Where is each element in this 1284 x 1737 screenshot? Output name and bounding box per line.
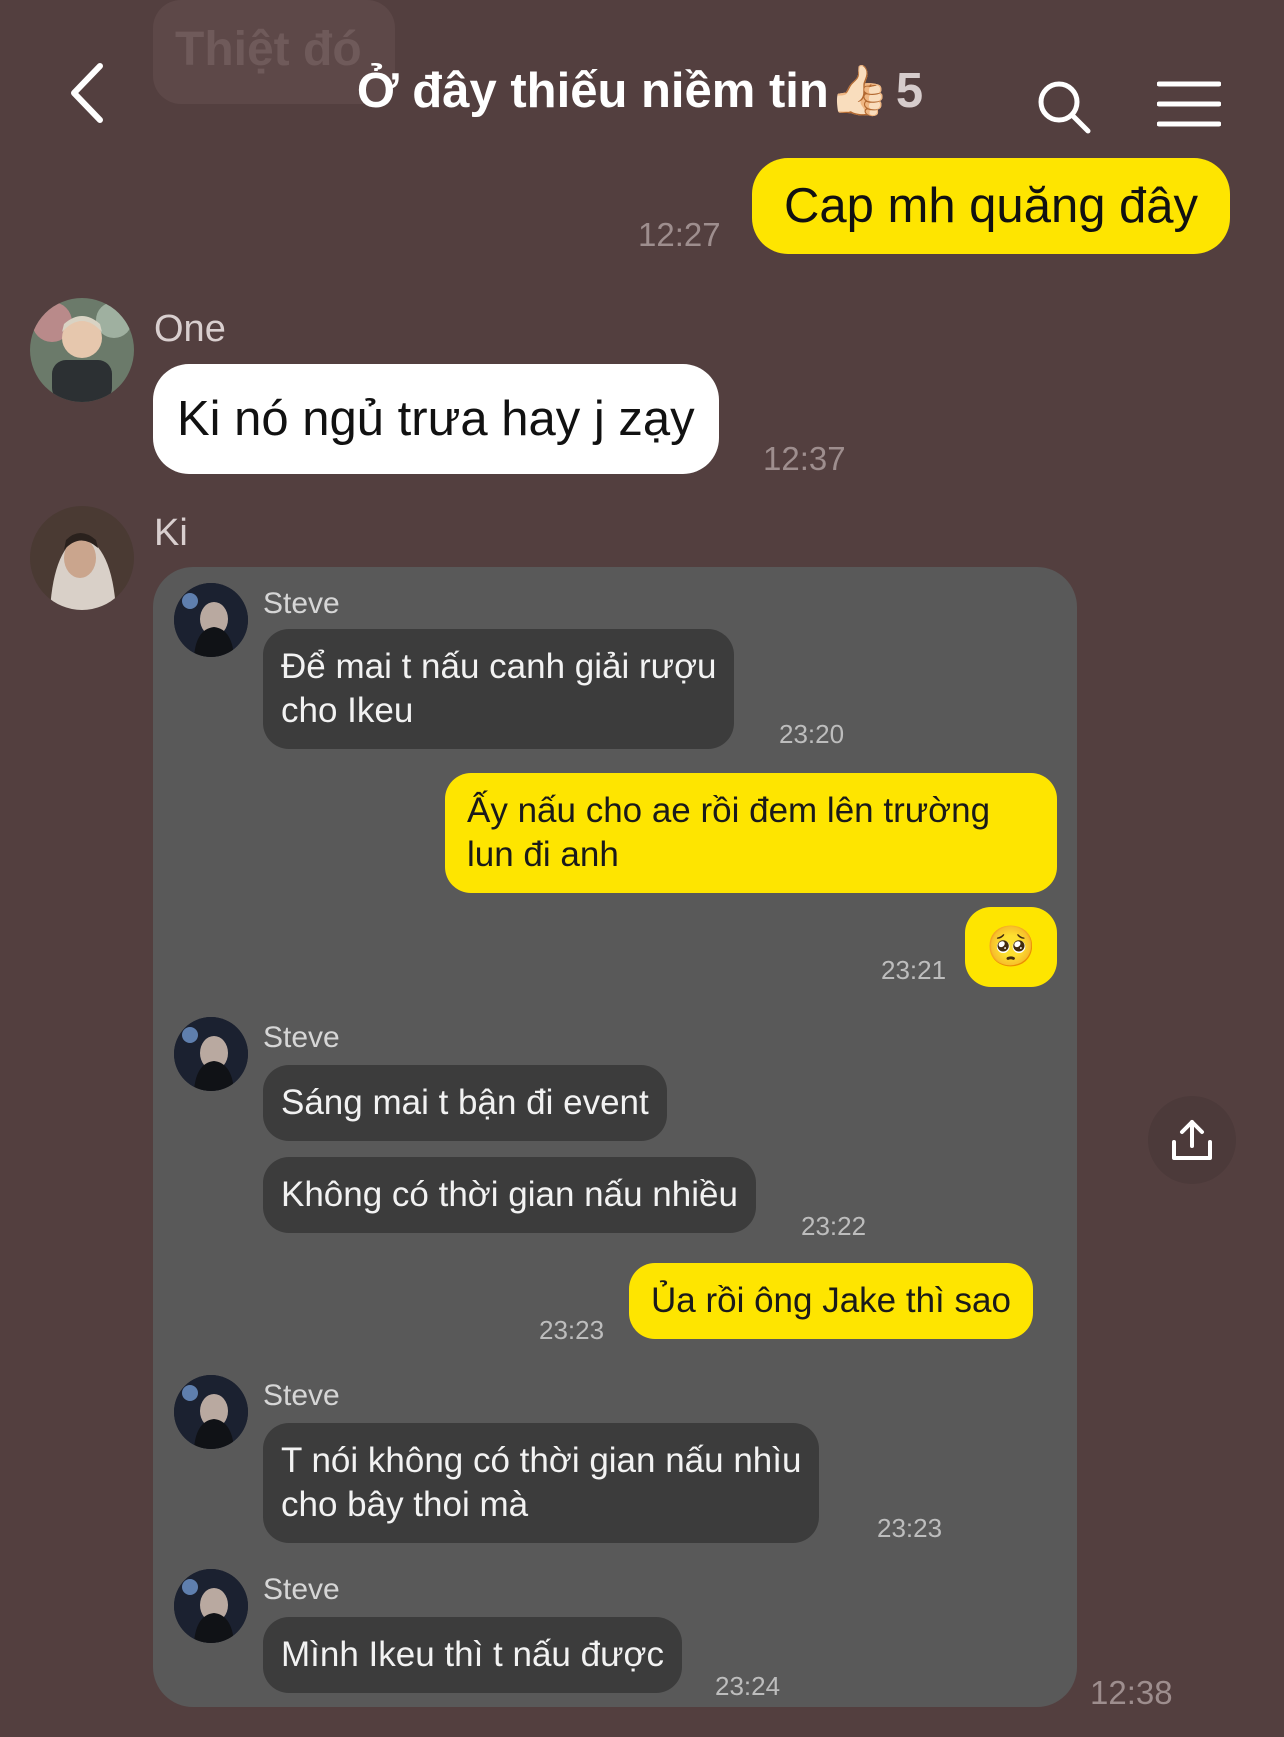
their-message-bubble: Sáng mai t bận đi event	[263, 1065, 667, 1141]
sender-name: One	[154, 308, 226, 350]
search-icon	[1038, 81, 1091, 134]
message-time: 12:38	[1090, 1674, 1173, 1711]
my-message-bubble[interactable]: Cap mh quăng đây	[752, 158, 1231, 254]
message-time: 23:22	[801, 1211, 867, 1241]
message-text: Ủa rồi ông Jake thì sao	[651, 1281, 1011, 1320]
message-text: Không có thời gian nấu nhiều	[281, 1175, 738, 1214]
sender-name: Steve	[263, 587, 340, 620]
message-text-line: lun đi anh	[467, 835, 619, 874]
message-time: 23:23	[877, 1513, 943, 1543]
share-icon	[1172, 1120, 1212, 1160]
avatar-photo	[30, 506, 134, 610]
message-text-line: Ấy nấu cho ae rồi đem lên trường	[467, 791, 991, 830]
their-message-bubble: Mình Ikeu thì t nấu được	[263, 1617, 682, 1693]
search-button[interactable]	[1035, 78, 1093, 136]
back-button[interactable]	[64, 58, 124, 128]
avatar-photo	[174, 583, 248, 657]
hamburger-menu-icon	[1156, 81, 1222, 127]
avatar-ki[interactable]	[30, 506, 134, 610]
emoji-message-bubble: 🥺	[965, 907, 1057, 987]
avatar-steve	[174, 1017, 248, 1091]
their-message-bubble: Không có thời gian nấu nhiều	[263, 1157, 756, 1233]
avatar-one[interactable]	[30, 298, 134, 402]
member-count: 5	[895, 64, 924, 118]
avatar-steve	[174, 583, 248, 657]
avatar-photo	[174, 1017, 248, 1091]
their-message-bubble[interactable]: Ki nó ngủ trưa hay j zạy	[153, 364, 719, 474]
message-time: 12:27	[638, 216, 721, 253]
my-message-bubble: Ủa rồi ông Jake thì sao	[629, 1263, 1033, 1339]
message-text: Cap mh quăng đây	[784, 179, 1199, 233]
message-text: Ki nó ngủ trưa hay j zạy	[177, 392, 695, 446]
avatar-steve	[174, 1375, 248, 1449]
message-text-line: cho bây thoi mà	[281, 1485, 529, 1524]
sender-name: Ki	[154, 512, 188, 554]
avatar-photo	[174, 1375, 248, 1449]
message-text-line: T nói không có thời gian nấu nhìu	[281, 1441, 802, 1480]
message-time: 12:37	[763, 440, 846, 477]
chat-title: Ở đây thiếu niềm tin👍🏻 5	[300, 62, 980, 119]
menu-button[interactable]	[1156, 80, 1222, 128]
message-time: 23:21	[881, 955, 947, 985]
my-message-bubble: Ấy nấu cho ae rồi đem lên trường lun đi …	[445, 773, 1057, 893]
sender-name: Steve	[263, 1573, 340, 1606]
back-arrow-icon	[71, 63, 103, 123]
avatar-steve	[174, 1569, 248, 1643]
message-time: 23:20	[779, 719, 845, 749]
message-time: 23:24	[715, 1671, 781, 1701]
avatar-photo	[174, 1569, 248, 1643]
sender-name: Steve	[263, 1021, 340, 1054]
message-time: 23:23	[539, 1315, 605, 1345]
message-text-line: Để mai t nấu canh giải rượu	[281, 647, 717, 686]
their-message-bubble: Để mai t nấu canh giải rượu cho Ikeu	[263, 629, 735, 749]
sender-name: Steve	[263, 1379, 340, 1412]
forwarded-screenshot[interactable]: Steve Để mai t nấu canh giải rượu cho Ik…	[153, 567, 1077, 1707]
chat-header: Thiệt đó Ở đây thiếu niềm tin👍🏻 5	[0, 0, 1284, 150]
message-text: Mình Ikeu thì t nấu được	[281, 1635, 664, 1674]
avatar-photo	[30, 298, 134, 402]
pleading-face-emoji: 🥺	[986, 925, 1036, 969]
chat-title-text: Ở đây thiếu niềm tin👍🏻	[356, 64, 890, 118]
share-button[interactable]	[1148, 1096, 1236, 1184]
message-text-line: cho Ikeu	[281, 691, 414, 730]
their-message-bubble: T nói không có thời gian nấu nhìu cho bâ…	[263, 1423, 820, 1543]
message-text: Sáng mai t bận đi event	[281, 1083, 649, 1122]
